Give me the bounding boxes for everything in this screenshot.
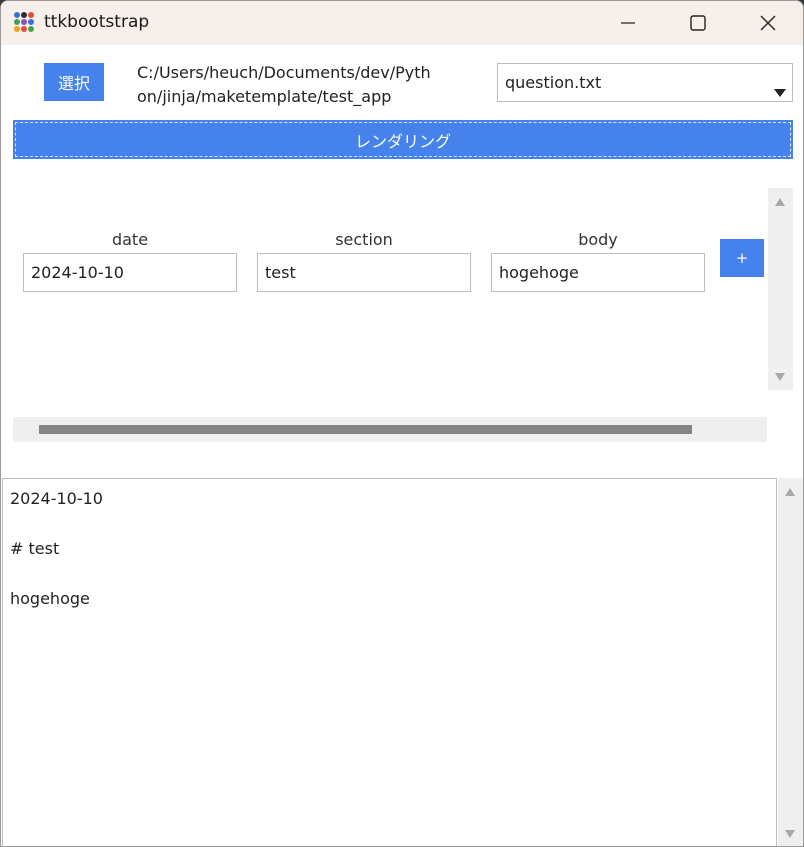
maximize-button[interactable] bbox=[675, 1, 721, 45]
field-input-body[interactable]: hogehoge bbox=[491, 253, 705, 292]
output-line: # test bbox=[10, 539, 60, 558]
scroll-up-arrow-icon[interactable] bbox=[785, 488, 795, 496]
horizontal-scroll-thumb[interactable] bbox=[39, 425, 692, 434]
output-line: 2024-10-10 bbox=[10, 489, 103, 508]
field-input-value: hogehoge bbox=[499, 263, 579, 282]
scroll-up-arrow-icon[interactable] bbox=[775, 198, 785, 206]
close-icon bbox=[760, 15, 776, 31]
output-textbox[interactable]: 2024-10-10 # test hogehoge bbox=[2, 478, 777, 846]
field-input-date[interactable]: 2024-10-10 bbox=[23, 253, 237, 292]
scroll-down-arrow-icon[interactable] bbox=[775, 373, 785, 381]
output-line: hogehoge bbox=[10, 589, 90, 608]
minimize-icon bbox=[621, 22, 635, 24]
field-input-value: 2024-10-10 bbox=[31, 263, 124, 282]
scroll-down-arrow-icon[interactable] bbox=[785, 830, 795, 838]
field-label-section: section bbox=[335, 230, 393, 249]
output-vertical-scrollbar[interactable] bbox=[778, 478, 803, 846]
maximize-icon bbox=[690, 15, 706, 31]
field-label-date: date bbox=[111, 230, 149, 249]
render-button[interactable]: レンダリング bbox=[13, 120, 793, 159]
app-window: ttkbootstrap 選択 C:/Users/heuch/Documents… bbox=[0, 0, 804, 847]
ttkbootstrap-logo-icon bbox=[13, 11, 35, 33]
close-button[interactable] bbox=[745, 1, 791, 45]
folder-path-label: C:/Users/heuch/Documents/dev/Python/jinj… bbox=[137, 63, 431, 106]
template-file-combobox[interactable]: question.txt bbox=[497, 63, 793, 102]
template-file-value: question.txt bbox=[505, 73, 602, 92]
add-field-button[interactable]: + bbox=[720, 239, 764, 277]
fields-horizontal-scrollbar[interactable] bbox=[13, 417, 767, 442]
select-folder-button[interactable]: 選択 bbox=[44, 63, 104, 101]
field-input-value: test bbox=[265, 263, 296, 282]
field-input-section[interactable]: test bbox=[257, 253, 471, 292]
fields-vertical-scrollbar[interactable] bbox=[768, 188, 793, 390]
field-label-body: body bbox=[578, 230, 618, 249]
minimize-button[interactable] bbox=[605, 1, 651, 45]
title-bar[interactable]: ttkbootstrap bbox=[1, 1, 803, 45]
window-title: ttkbootstrap bbox=[44, 12, 150, 32]
dropdown-arrow-icon[interactable] bbox=[774, 89, 786, 97]
